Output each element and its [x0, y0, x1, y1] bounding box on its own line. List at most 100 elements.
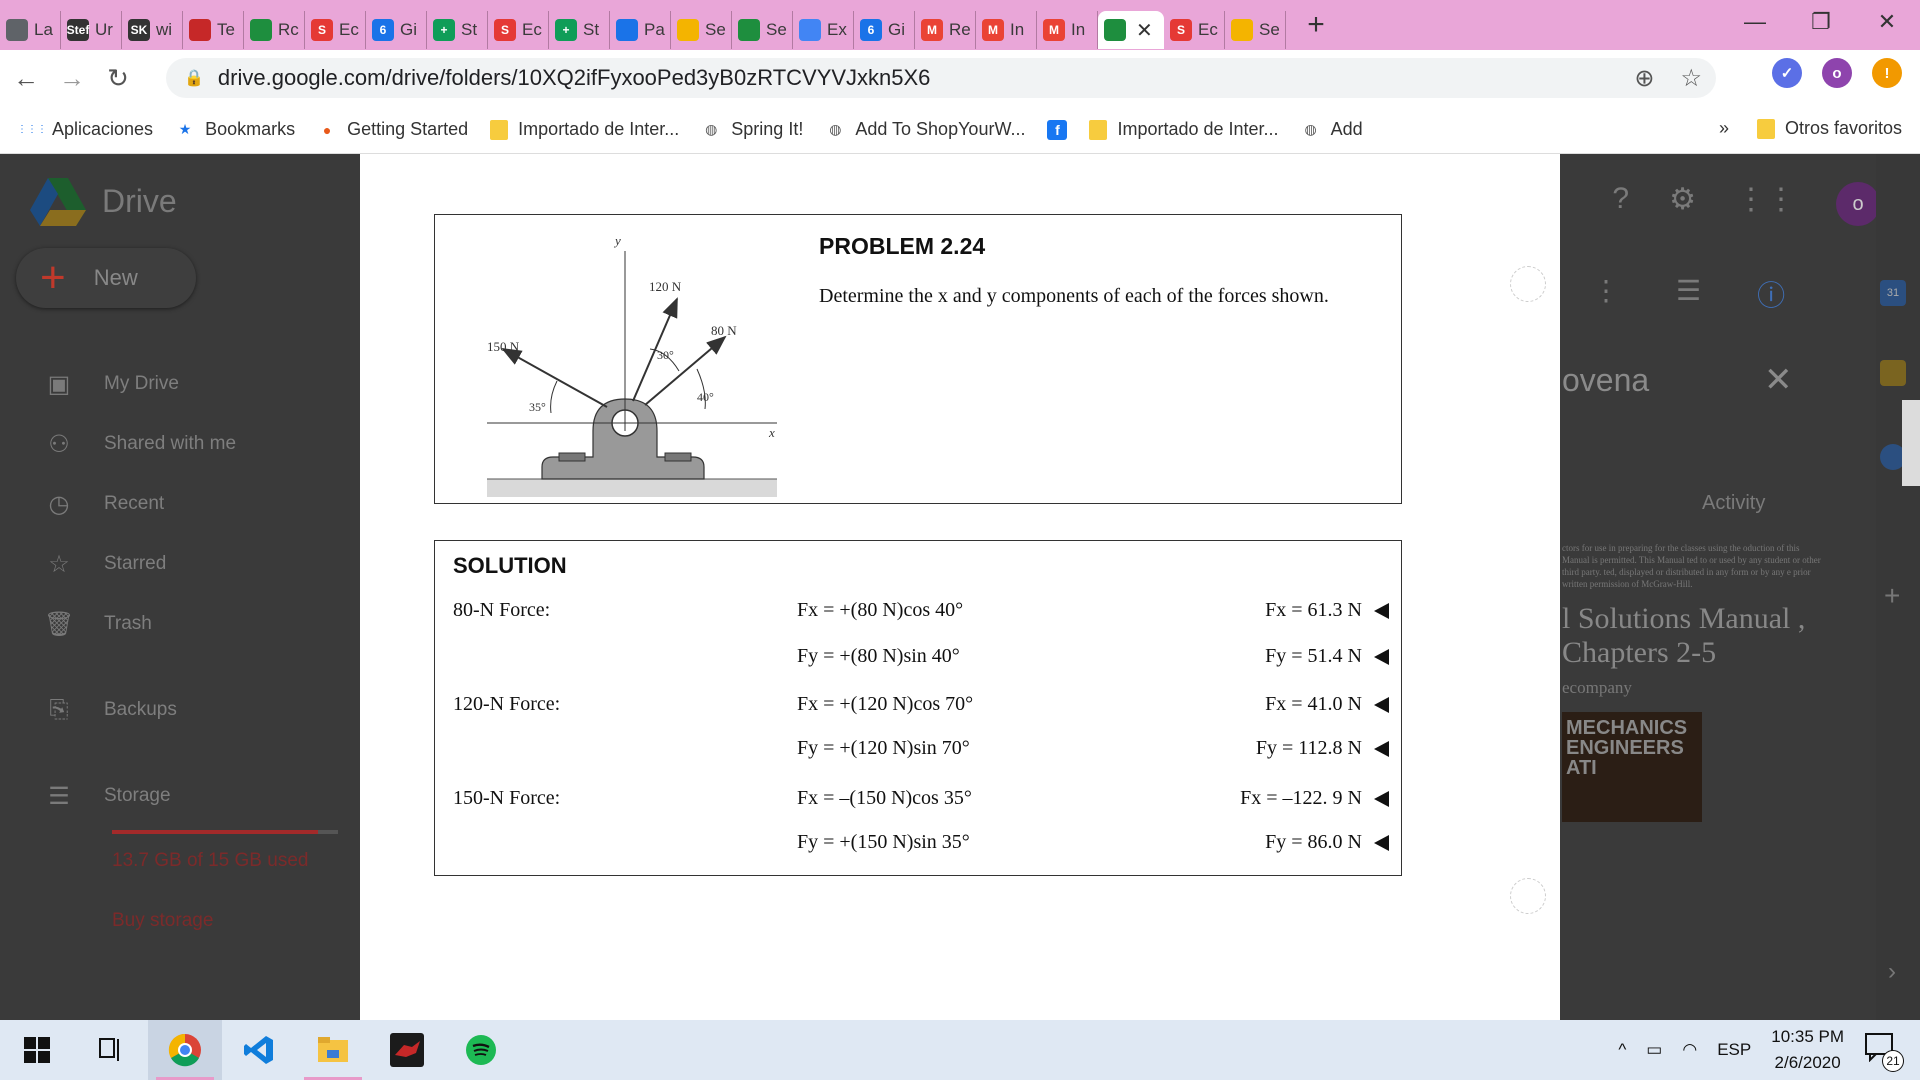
help-icon[interactable]: ? [1612, 182, 1629, 226]
browser-tab[interactable]: Se [671, 11, 732, 49]
bookmark-item[interactable]: ◍ Add [1301, 119, 1362, 140]
globe-icon: ◍ [705, 121, 718, 137]
chrome-icon[interactable] [148, 1020, 222, 1080]
notification-center-icon[interactable]: 21 [1864, 1032, 1904, 1072]
equation: Fy = +(150 N)sin 35° [797, 831, 970, 853]
drive-nav-item[interactable]: ⚇ Shared with me [0, 414, 360, 474]
browser-tab[interactable]: 6 Gi [854, 11, 915, 49]
forward-arrow-icon[interactable]: → [52, 63, 92, 94]
browser-tab[interactable]: SK wi [122, 11, 183, 49]
drive-nav-item[interactable]: ▣ My Drive [0, 354, 360, 414]
tab-label: Re [949, 20, 971, 39]
game-app-icon[interactable] [370, 1020, 444, 1080]
calendar-addon-icon[interactable]: 31 [1880, 280, 1906, 306]
battery-icon[interactable]: ▭ [1646, 1040, 1662, 1060]
bookmark-label: Aplicaciones [52, 119, 154, 139]
result-value: Fy = 86.0 N [1265, 831, 1362, 853]
bookmark-item[interactable]: ★ Bookmarks [175, 119, 295, 140]
back-arrow-icon[interactable]: ← [6, 63, 46, 94]
bookmark-item[interactable]: f [1047, 119, 1068, 140]
browser-tab[interactable]: Te [183, 11, 244, 49]
add-site-icon[interactable]: ⊕ [1634, 64, 1654, 93]
browser-tab[interactable]: M Re [915, 11, 976, 49]
bookmark-item[interactable]: Importado de Inter... [490, 119, 679, 140]
bookmark-item[interactable]: ◍ Add To ShopYourW... [825, 119, 1025, 140]
browser-tab[interactable]: Stef Ur [61, 11, 122, 49]
browser-tab[interactable]: Se [732, 11, 793, 49]
drive-nav-item[interactable]: ☆ Starred [0, 534, 360, 594]
equation: Fy = +(80 N)sin 40° [797, 645, 960, 667]
buy-storage-link[interactable]: Buy storage [112, 910, 213, 932]
bookmark-item[interactable]: ● Getting Started [317, 119, 468, 140]
profile-avatar[interactable]: o [1822, 58, 1852, 88]
reload-icon[interactable]: ↻ [98, 63, 138, 94]
browser-tab[interactable]: Pa [610, 11, 671, 49]
bookmark-item[interactable]: ◍ Spring It! [701, 119, 803, 140]
keep-addon-icon[interactable] [1880, 360, 1906, 386]
drive-nav-item[interactable]: ⎘ Backups [0, 680, 360, 740]
close-tab-icon[interactable]: ✕ [1136, 18, 1153, 43]
list-view-icon[interactable]: ☰ [1676, 274, 1701, 314]
address-input[interactable]: 🔒 drive.google.com/drive/folders/10XQ2if… [166, 58, 1716, 98]
result-value: Fy = 51.4 N [1265, 645, 1362, 667]
vscode-icon[interactable] [222, 1020, 296, 1080]
add-addon-icon[interactable]: + [1884, 580, 1900, 612]
browser-tab[interactable]: Ex [793, 11, 854, 49]
browser-tab[interactable]: Rc [244, 11, 305, 49]
result: Fx = 61.3 N [1265, 599, 1389, 622]
task-view-icon[interactable] [74, 1020, 148, 1080]
browser-tab[interactable]: M In [976, 11, 1037, 49]
info-icon[interactable]: ⓘ [1757, 274, 1785, 314]
bookmark-star-icon[interactable]: ☆ [1680, 64, 1702, 93]
drive-nav-item[interactable]: 🗑 Trash [0, 594, 360, 654]
windows-start-icon[interactable] [0, 1020, 74, 1080]
language-indicator[interactable]: ESP [1717, 1040, 1751, 1060]
drive-logo[interactable]: Drive [30, 176, 177, 226]
stef-logo-icon: Stef [67, 19, 89, 41]
label-150n: 150 N [487, 339, 520, 354]
bookmark-item[interactable]: Importado de Inter... [1089, 119, 1279, 140]
restore-icon[interactable]: ❐ [1788, 0, 1854, 44]
browser-tab[interactable]: Se [1225, 11, 1286, 49]
apps-grid-icon[interactable]: ⋮⋮ [1736, 182, 1796, 226]
browser-tab[interactable]: S Ec [305, 11, 366, 49]
drive-nav: ▣ My Drive ⚇ Shared with me ◷ Recent ☆ Starred 🗑… [0, 354, 360, 826]
browser-tab[interactable]: + St [427, 11, 488, 49]
bookmarks-overflow-icon[interactable]: » [1719, 118, 1729, 139]
alert-icon[interactable]: ! [1872, 58, 1902, 88]
file-explorer-icon[interactable] [296, 1020, 370, 1080]
drive-nav-item[interactable]: ◷ Recent [0, 474, 360, 534]
browser-tab[interactable]: S Ec [1164, 11, 1225, 49]
close-window-icon[interactable]: ✕ [1854, 0, 1920, 44]
slides-icon [1231, 19, 1253, 41]
account-avatar[interactable]: o [1836, 182, 1880, 226]
s-icon: S [494, 19, 516, 41]
tray-chevron-icon[interactable]: ^ [1618, 1040, 1626, 1060]
browser-tab[interactable]: S Ec [488, 11, 549, 49]
document-page: y x 120 N 80 N 150 N 30° 40° 35° PROBLEM… [360, 154, 1560, 1020]
scrollbar-thumb[interactable] [1902, 400, 1920, 486]
drive-nav-item[interactable]: ☰ Storage [0, 766, 360, 826]
tab-label: Rc [278, 20, 299, 39]
extension-check-icon[interactable]: ✓ [1772, 58, 1802, 88]
drive-logo-icon [30, 178, 86, 226]
close-panel-icon[interactable]: ✕ [1764, 360, 1793, 400]
clock[interactable]: 10:35 PM 2/6/2020 [1771, 1024, 1844, 1076]
browser-tab[interactable]: M In [1037, 11, 1098, 49]
bookmark-label: Importado de Inter... [1117, 119, 1279, 139]
minimize-icon[interactable]: — [1722, 0, 1788, 44]
browser-tab[interactable]: + St [549, 11, 610, 49]
gear-icon[interactable]: ⚙ [1669, 182, 1696, 226]
activity-tab[interactable]: Activity [1702, 492, 1765, 515]
chevron-right-icon[interactable]: › [1888, 958, 1896, 986]
browser-tab[interactable]: La [0, 11, 61, 49]
other-bookmarks[interactable]: Otros favoritos [1756, 118, 1902, 139]
wifi-icon[interactable]: ◠ [1682, 1040, 1697, 1060]
new-tab-button[interactable]: + [1296, 8, 1336, 42]
browser-tab[interactable]: 6 Gi [366, 11, 427, 49]
new-button[interactable]: + New [16, 248, 196, 308]
more-vert-icon[interactable]: ⋮ [1592, 274, 1620, 314]
browser-tab[interactable]: ✕ [1098, 11, 1164, 49]
spotify-icon[interactable] [444, 1020, 518, 1080]
bookmark-item[interactable]: ⋮⋮⋮ Aplicaciones [17, 119, 154, 140]
